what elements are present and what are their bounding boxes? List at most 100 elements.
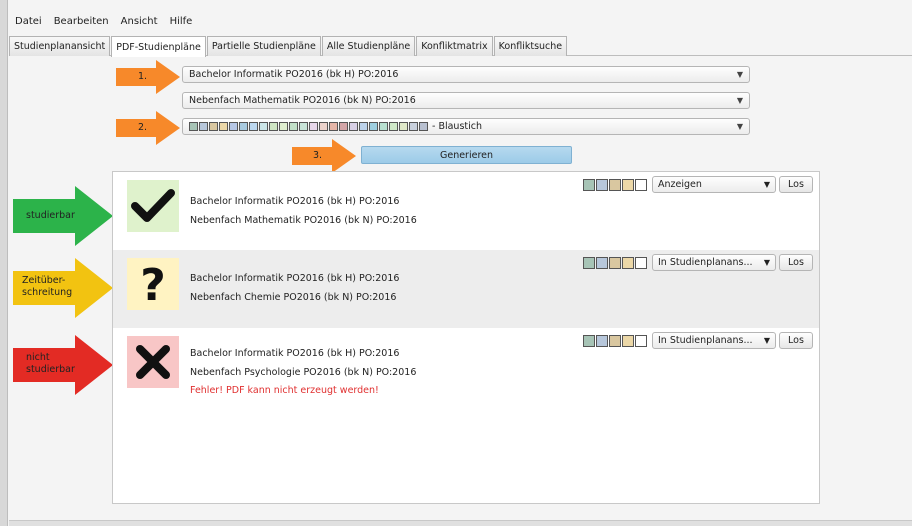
legend-nicht-label-2: studierbar xyxy=(26,364,75,375)
chevron-down-icon: ▼ xyxy=(763,336,770,345)
chevron-down-icon: ▼ xyxy=(736,70,743,79)
tab-studienplanansicht[interactable]: Studienplanansicht xyxy=(9,36,111,56)
color-swatch xyxy=(583,178,595,191)
color-swatch xyxy=(189,122,198,131)
color-scheme-select[interactable]: - Blaustich ▼ xyxy=(182,118,750,135)
action-select-value: In Studienplanans... xyxy=(658,335,753,346)
color-swatch xyxy=(259,122,268,131)
row-controls: In Studienplanans... ▼ Los xyxy=(583,332,813,349)
row-controls: In Studienplanans... ▼ Los xyxy=(583,254,813,271)
result-line-1: Bachelor Informatik PO2016 (bk H) PO:201… xyxy=(190,348,400,359)
step-1-arrow xyxy=(116,60,180,94)
error-message: Fehler! PDF kann nicht erzeugt werden! xyxy=(190,385,379,396)
step-2-arrow xyxy=(116,111,180,145)
generate-button[interactable]: Generieren xyxy=(361,146,572,164)
question-icon: ? xyxy=(140,262,166,306)
los-button[interactable]: Los xyxy=(779,254,813,271)
cross-icon xyxy=(136,345,170,379)
window-frame-left xyxy=(0,0,8,526)
status-nicht-studierbar xyxy=(127,336,179,388)
tab-partielle-studienplaene[interactable]: Partielle Studienpläne xyxy=(206,36,321,56)
check-icon xyxy=(131,189,175,222)
menu-hilfe[interactable]: Hilfe xyxy=(164,16,199,27)
color-swatch xyxy=(622,334,634,347)
result-line-2: Nebenfach Mathematik PO2016 (bk N) PO:20… xyxy=(190,215,417,226)
minor-select[interactable]: Nebenfach Mathematik PO2016 (bk N) PO:20… xyxy=(182,92,750,109)
color-swatch xyxy=(609,178,621,191)
tab-pdf-studienplaene[interactable]: PDF-Studienpläne xyxy=(111,36,206,57)
row-controls: Anzeigen ▼ Los xyxy=(583,176,813,193)
step-3-arrow xyxy=(292,139,356,173)
result-line-2: Nebenfach Psychologie PO2016 (bk N) PO:2… xyxy=(190,367,417,378)
color-swatch xyxy=(219,122,228,131)
result-line-2: Nebenfach Chemie PO2016 (bk N) PO:2016 xyxy=(190,292,397,303)
color-swatch xyxy=(339,122,348,131)
result-row: Bachelor Informatik PO2016 (bk H) PO:201… xyxy=(113,172,819,250)
legend-nicht-label-1: nicht xyxy=(26,352,50,363)
los-button[interactable]: Los xyxy=(779,332,813,349)
color-swatch xyxy=(635,256,647,269)
status-zeitueberschreitung: ? xyxy=(127,258,179,310)
menu-ansicht[interactable]: Ansicht xyxy=(115,16,164,27)
chevron-down-icon: ▼ xyxy=(736,122,743,131)
color-swatch xyxy=(229,122,238,131)
chevron-down-icon: ▼ xyxy=(763,180,770,189)
color-swatch xyxy=(289,122,298,131)
color-swatch xyxy=(249,122,258,131)
tab-konfliktsuche[interactable]: Konfliktsuche xyxy=(493,36,568,56)
major-select[interactable]: Bachelor Informatik PO2016 (bk H) PO:201… xyxy=(182,66,750,83)
color-swatch xyxy=(269,122,278,131)
color-swatch xyxy=(635,178,647,191)
svg-text:?: ? xyxy=(140,262,166,306)
action-select[interactable]: In Studienplanans... ▼ xyxy=(652,332,776,349)
color-swatch xyxy=(209,122,218,131)
legend-zeit-label-2: schreitung xyxy=(22,287,73,298)
step-2-label: 2. xyxy=(138,122,148,133)
color-swatch xyxy=(359,122,368,131)
tab-alle-studienplaene[interactable]: Alle Studienpläne xyxy=(321,36,416,56)
action-select-value: Anzeigen xyxy=(658,179,702,190)
tab-bar: Studienplanansicht PDF-Studienpläne Part… xyxy=(9,36,912,57)
color-swatch xyxy=(399,122,408,131)
step-3-label: 3. xyxy=(313,150,323,161)
status-studierbar xyxy=(127,180,179,232)
color-swatch xyxy=(349,122,358,131)
chevron-down-icon: ▼ xyxy=(763,258,770,267)
menu-bar: Datei Bearbeiten Ansicht Hilfe xyxy=(9,10,198,32)
action-select-value: In Studienplanans... xyxy=(658,257,753,268)
color-swatch xyxy=(596,256,608,269)
color-swatch xyxy=(309,122,318,131)
color-swatch xyxy=(609,334,621,347)
color-swatch xyxy=(279,122,288,131)
color-swatch xyxy=(609,256,621,269)
result-row: Bachelor Informatik PO2016 (bk H) PO:201… xyxy=(113,328,819,418)
color-swatch xyxy=(319,122,328,131)
menu-datei[interactable]: Datei xyxy=(9,16,48,27)
color-swatch xyxy=(583,334,595,347)
color-swatch xyxy=(369,122,378,131)
color-swatch xyxy=(596,178,608,191)
row-swatches xyxy=(583,178,648,191)
minor-select-value: Nebenfach Mathematik PO2016 (bk N) PO:20… xyxy=(189,95,416,106)
chevron-down-icon: ▼ xyxy=(736,96,743,105)
color-swatch xyxy=(379,122,388,131)
color-swatch xyxy=(239,122,248,131)
result-row: ? Bachelor Informatik PO2016 (bk H) PO:2… xyxy=(113,250,819,328)
color-swatch xyxy=(419,122,428,131)
color-swatch xyxy=(583,256,595,269)
color-swatch xyxy=(596,334,608,347)
legend-zeit-label-1: Zeitüber- xyxy=(22,275,66,286)
action-select[interactable]: Anzeigen ▼ xyxy=(652,176,776,193)
menu-bearbeiten[interactable]: Bearbeiten xyxy=(48,16,115,27)
status-bar xyxy=(9,520,912,526)
tab-konfliktmatrix[interactable]: Konfliktmatrix xyxy=(416,36,493,56)
color-swatch xyxy=(409,122,418,131)
color-scheme-label: - Blaustich xyxy=(432,121,483,132)
result-line-1: Bachelor Informatik PO2016 (bk H) PO:201… xyxy=(190,273,400,284)
color-swatch xyxy=(635,334,647,347)
los-button[interactable]: Los xyxy=(779,176,813,193)
color-swatch xyxy=(622,178,634,191)
action-select[interactable]: In Studienplanans... ▼ xyxy=(652,254,776,271)
color-scheme-swatches xyxy=(189,122,429,131)
major-select-value: Bachelor Informatik PO2016 (bk H) PO:201… xyxy=(189,69,399,80)
